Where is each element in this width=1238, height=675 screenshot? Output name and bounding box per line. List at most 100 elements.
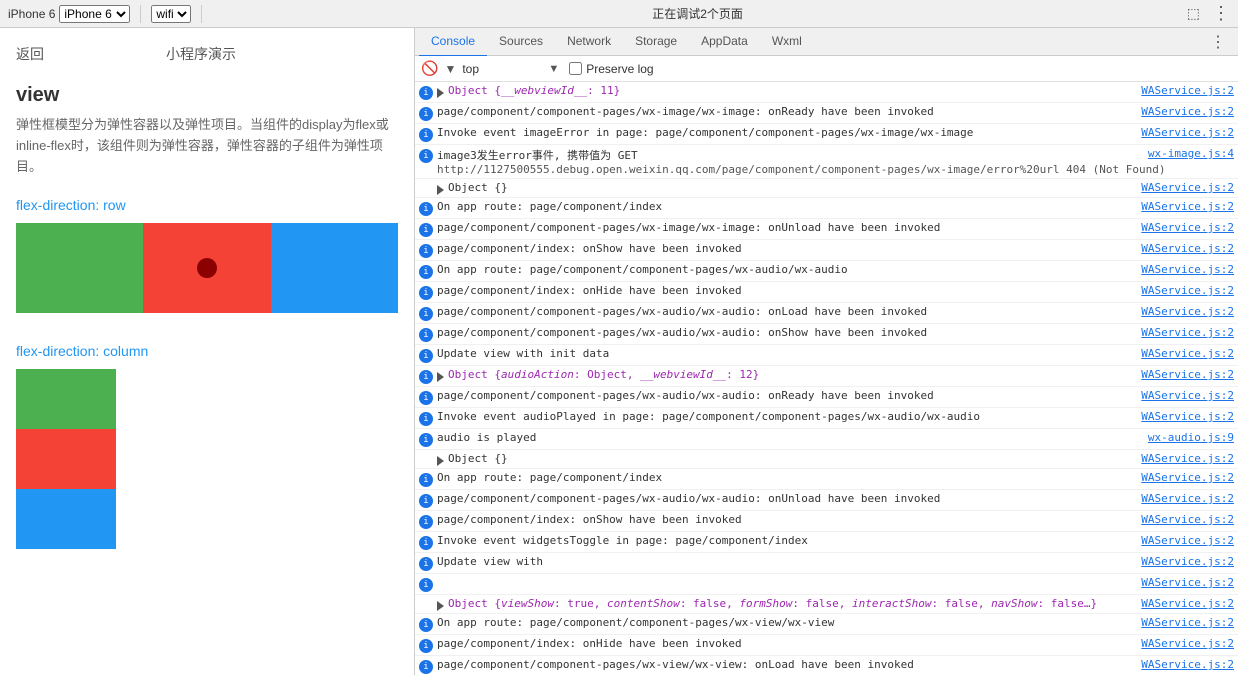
log-text: page/component/component-pages/wx-audio/… xyxy=(437,389,1141,402)
divider1 xyxy=(140,5,141,23)
log-entry: i Update view with init data WAService.j… xyxy=(415,345,1238,366)
back-button[interactable]: 返回 xyxy=(16,44,44,64)
info-icon: i xyxy=(419,578,433,592)
flex-col-red xyxy=(16,429,116,489)
log-source[interactable]: WAService.js:2 xyxy=(1141,347,1234,360)
log-source[interactable]: WAService.js:2 xyxy=(1141,410,1234,423)
expand-icon[interactable] xyxy=(437,88,444,98)
flex-item-green xyxy=(16,223,143,313)
log-entry: i On app route: page/component/index WAS… xyxy=(415,469,1238,490)
tab-storage[interactable]: Storage xyxy=(623,28,689,57)
expand-icon[interactable] xyxy=(437,372,444,382)
cursor-icon[interactable]: ⬚ xyxy=(1187,5,1200,22)
more-icon[interactable]: ⋮ xyxy=(1212,3,1230,24)
info-icon: i xyxy=(419,370,433,384)
filter-input[interactable] xyxy=(462,62,542,76)
log-text: page/component/component-pages/wx-audio/… xyxy=(437,305,1141,318)
info-icon: i xyxy=(419,265,433,279)
log-source[interactable]: WAService.js:2 xyxy=(1141,326,1234,339)
log-source[interactable]: WAService.js:2 xyxy=(1141,221,1234,234)
device-select[interactable]: iPhone 6 iPhone 5 iPhone X xyxy=(59,5,130,23)
log-text: On app route: page/component/index xyxy=(437,471,1141,484)
log-source[interactable]: WAService.js:2 xyxy=(1141,658,1234,671)
log-source[interactable]: WAService.js:2 xyxy=(1141,637,1234,650)
device-label: iPhone 6 xyxy=(8,7,55,21)
flex-col-label: flex-direction: column xyxy=(16,343,398,359)
log-entry: i page/component/component-pages/wx-audi… xyxy=(415,490,1238,511)
log-entry: i page/component/component-pages/wx-audi… xyxy=(415,303,1238,324)
preserve-log-checkbox[interactable] xyxy=(569,62,582,75)
log-source[interactable]: WAService.js:2 xyxy=(1141,200,1234,213)
log-source[interactable]: WAService.js:2 xyxy=(1141,284,1234,297)
log-entry: i page/component/index: onShow have been… xyxy=(415,511,1238,532)
log-entry: i Object {__webviewId__: 11} WAService.j… xyxy=(415,82,1238,103)
flex-row-label: flex-direction: row xyxy=(16,197,398,213)
network-select[interactable]: wifi 3G 4G xyxy=(151,5,191,23)
debug-status: 正在调试2个页面 xyxy=(212,5,1182,22)
log-source[interactable]: WAService.js:2 xyxy=(1141,576,1234,589)
log-row: i audio is played wx-audio.js:9 xyxy=(419,431,1234,447)
tab-console[interactable]: Console xyxy=(419,28,487,57)
log-entry: i Invoke event imageError in page: page/… xyxy=(415,124,1238,145)
tab-appdata[interactable]: AppData xyxy=(689,28,760,57)
log-source[interactable]: wx-image.js:4 xyxy=(1148,147,1234,160)
log-source[interactable]: WAService.js:2 xyxy=(1141,242,1234,255)
log-entry: Object {viewShow: true, contentShow: fal… xyxy=(415,595,1238,614)
log-source[interactable]: WAService.js:2 xyxy=(1141,492,1234,505)
expand-icon[interactable] xyxy=(437,601,444,611)
log-text: Object {} xyxy=(448,181,1141,194)
preserve-log-container: Preserve log xyxy=(569,62,653,76)
log-text: On app route: page/component/component-p… xyxy=(437,263,1141,276)
log-text: page/component/index: onHide have been i… xyxy=(437,637,1141,650)
console-clear-button[interactable]: 🚫 xyxy=(421,60,438,77)
log-text: page/component/index: onShow have been i… xyxy=(437,242,1141,255)
phone-panel: 返回 小程序演示 view 弹性框模型分为弹性容器以及弹性项目。当组件的disp… xyxy=(0,28,415,675)
expand-icon[interactable] xyxy=(437,456,444,466)
log-entry: i WAService.js:2 xyxy=(415,574,1238,595)
main-layout: 返回 小程序演示 view 弹性框模型分为弹性容器以及弹性项目。当组件的disp… xyxy=(0,28,1238,675)
info-icon: i xyxy=(419,639,433,653)
info-icon: i xyxy=(419,149,433,163)
log-source[interactable]: WAService.js:2 xyxy=(1141,534,1234,547)
log-source[interactable]: WAService.js:2 xyxy=(1141,597,1234,610)
log-text: page/component/component-pages/wx-audio/… xyxy=(437,326,1141,339)
info-icon: i xyxy=(419,328,433,342)
console-log[interactable]: i Object {__webviewId__: 11} WAService.j… xyxy=(415,82,1238,675)
log-source[interactable]: WAService.js:2 xyxy=(1141,263,1234,276)
log-source[interactable]: WAService.js:2 xyxy=(1141,84,1234,97)
log-source[interactable]: WAService.js:2 xyxy=(1141,126,1234,139)
log-source[interactable]: wx-audio.js:9 xyxy=(1148,431,1234,444)
section-desc: 弹性框模型分为弹性容器以及弹性项目。当组件的display为flex或inlin… xyxy=(16,115,398,177)
log-source[interactable]: WAService.js:2 xyxy=(1141,181,1234,194)
log-text: Object {audioAction: Object, __webviewId… xyxy=(448,368,1141,381)
log-entry: i On app route: page/component/component… xyxy=(415,614,1238,635)
log-text: page/component/index: onHide have been i… xyxy=(437,284,1141,297)
log-source[interactable]: WAService.js:2 xyxy=(1141,305,1234,318)
info-icon: i xyxy=(419,286,433,300)
info-icon: i xyxy=(419,473,433,487)
tab-wxml[interactable]: Wxml xyxy=(760,28,814,57)
log-source[interactable]: WAService.js:2 xyxy=(1141,471,1234,484)
log-source[interactable]: WAService.js:2 xyxy=(1141,368,1234,381)
tab-sources[interactable]: Sources xyxy=(487,28,555,57)
log-source[interactable]: WAService.js:2 xyxy=(1141,513,1234,526)
log-source[interactable]: WAService.js:2 xyxy=(1141,452,1234,465)
log-source[interactable]: WAService.js:2 xyxy=(1141,616,1234,629)
log-entry: i On app route: page/component/index WAS… xyxy=(415,198,1238,219)
page-title: 小程序演示 xyxy=(166,44,236,64)
log-text: Invoke event audioPlayed in page: page/c… xyxy=(437,410,1141,423)
tabs-more-icon[interactable]: ⋮ xyxy=(1202,32,1234,52)
log-row: i image3发生error事件, 携带值为 GET wx-image.js:… xyxy=(419,147,1234,163)
log-entry: i page/component/component-pages/wx-audi… xyxy=(415,324,1238,345)
log-text: Invoke event widgetsToggle in page: page… xyxy=(437,534,1141,547)
console-toolbar: 🚫 ▼ ▼ Preserve log xyxy=(415,56,1238,82)
log-source[interactable]: WAService.js:2 xyxy=(1141,555,1234,568)
log-entry: i Object {audioAction: Object, __webview… xyxy=(415,366,1238,387)
tab-network[interactable]: Network xyxy=(555,28,623,57)
log-entry: i page/component/index: onShow have been… xyxy=(415,240,1238,261)
filter-dropdown-arrow[interactable]: ▼ xyxy=(548,63,559,75)
log-source[interactable]: WAService.js:2 xyxy=(1141,105,1234,118)
devtools-tabs: Console Sources Network Storage AppData … xyxy=(415,28,1238,56)
log-source[interactable]: WAService.js:2 xyxy=(1141,389,1234,402)
expand-icon[interactable] xyxy=(437,185,444,195)
